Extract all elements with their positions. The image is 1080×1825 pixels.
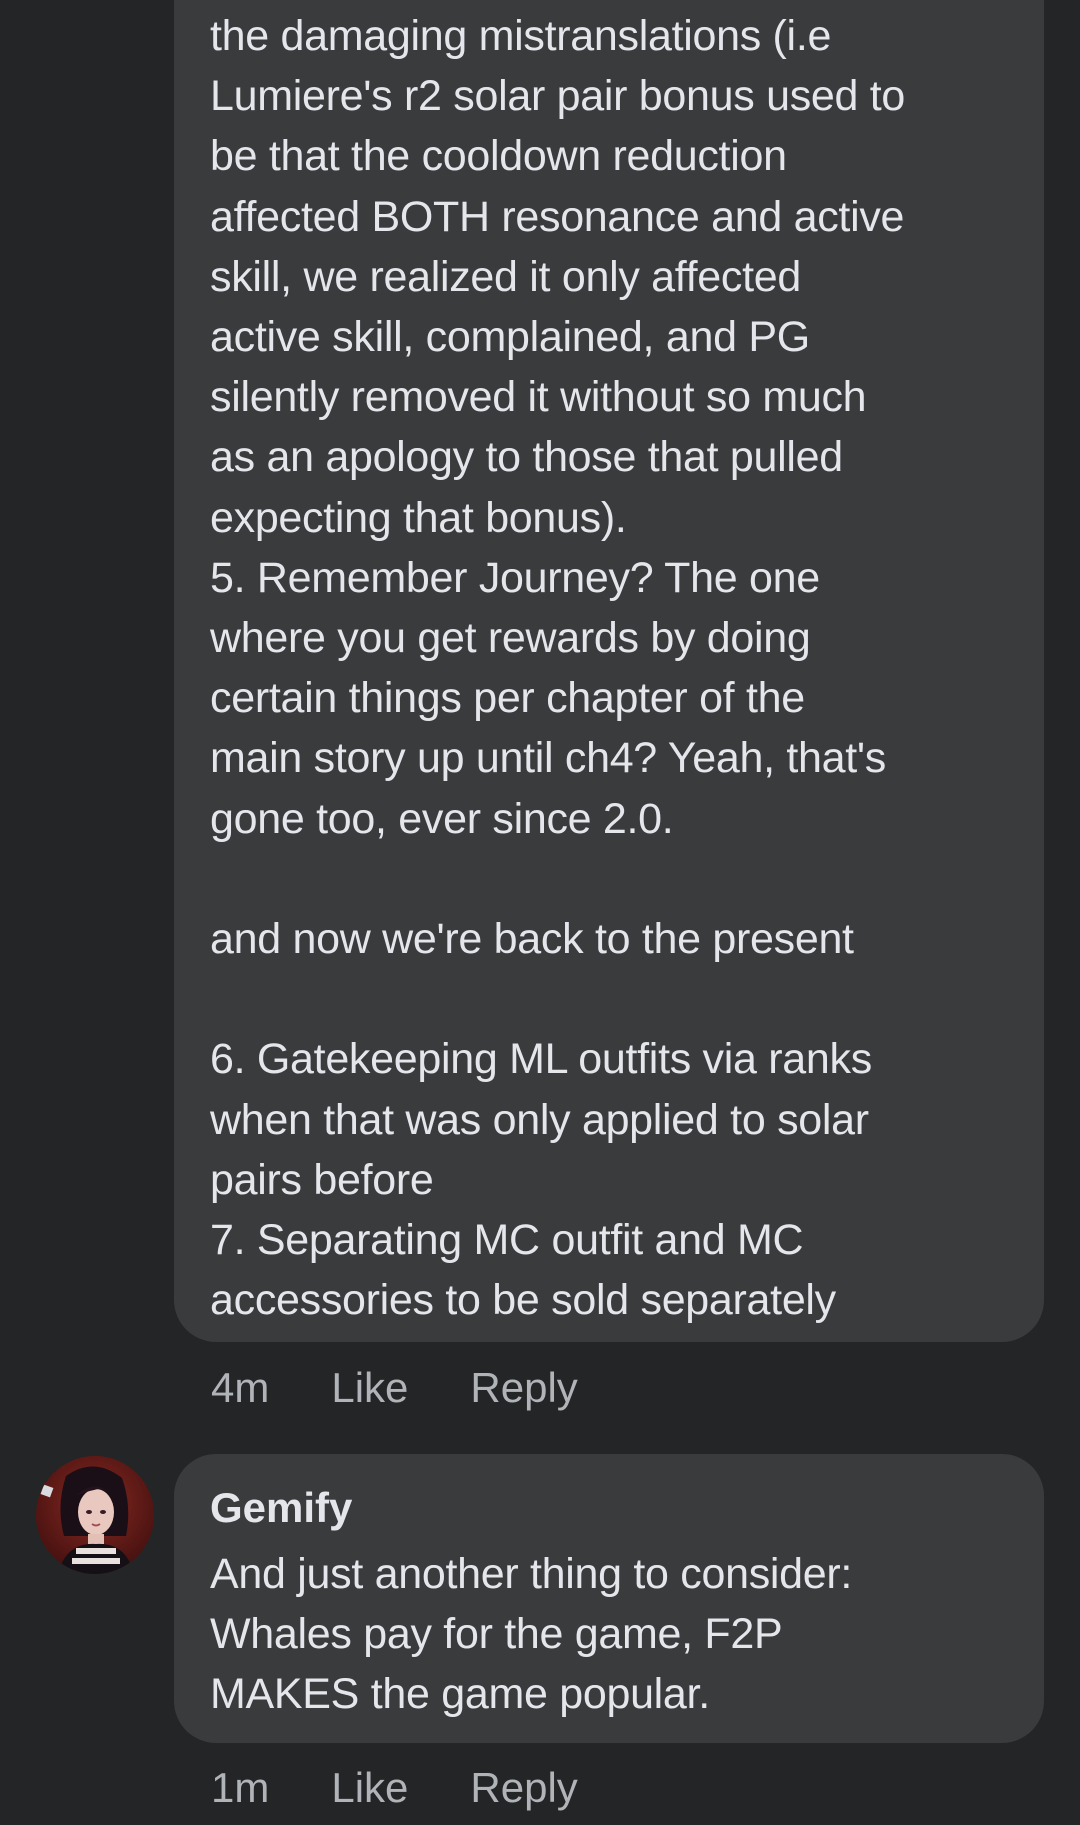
- like-button[interactable]: Like: [331, 1764, 408, 1812]
- like-button[interactable]: Like: [331, 1364, 408, 1412]
- comment-timestamp[interactable]: 1m: [211, 1764, 269, 1812]
- comment-author[interactable]: Gemify: [210, 1478, 1008, 1538]
- comment-text: the damaging mistranslations (i.e Lumier…: [210, 12, 906, 1325]
- comment-actions: 4m Like Reply: [211, 1364, 578, 1412]
- comment-actions: 1m Like Reply: [211, 1764, 578, 1812]
- comment-bubble: the damaging mistranslations (i.e Lumier…: [174, 0, 1044, 1342]
- comment-bubble: Gemify And just another thing to conside…: [174, 1454, 1044, 1743]
- user-avatar-icon: [36, 1456, 154, 1574]
- comment-timestamp[interactable]: 4m: [211, 1364, 269, 1412]
- avatar[interactable]: [36, 1456, 154, 1574]
- reply-button[interactable]: Reply: [470, 1364, 577, 1412]
- comment-text: And just another thing to consider: Whal…: [210, 1550, 853, 1719]
- reply-button[interactable]: Reply: [470, 1764, 577, 1812]
